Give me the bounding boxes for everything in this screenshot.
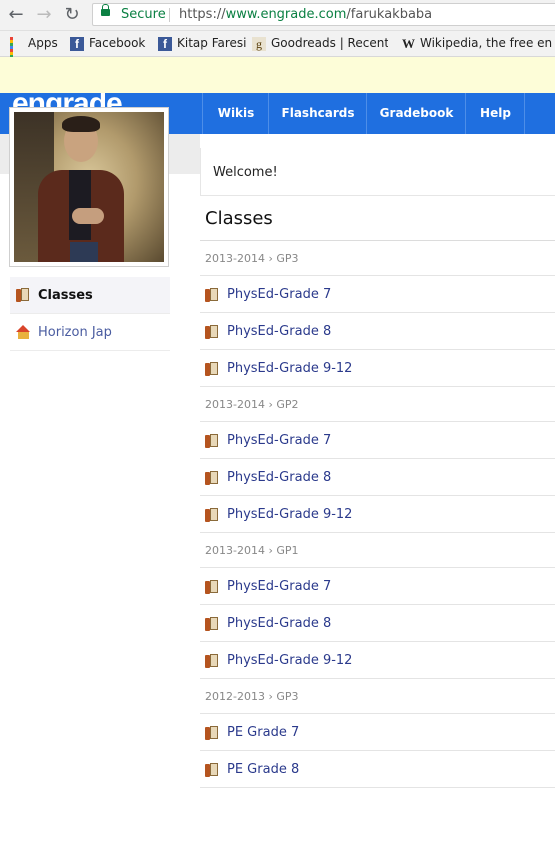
sidebar-item-horizon-jap[interactable]: Horizon Jap (10, 314, 170, 351)
book-icon (205, 617, 218, 631)
term-header: 2013-2014 › GP2 (200, 387, 555, 422)
bookmark-apps[interactable]: Apps (10, 35, 58, 64)
wikipedia-icon: W (402, 36, 415, 51)
class-link[interactable]: PE Grade 7 (200, 714, 555, 751)
book-icon (205, 325, 218, 339)
bookmarks-bar: Apps f Facebook f Kitap Faresi g Goodreads … (0, 31, 555, 64)
class-link[interactable]: PhysEd-Grade 9-12 (200, 350, 555, 387)
class-label: PhysEd-Grade 9-12 (227, 361, 353, 376)
back-arrow-icon[interactable]: ← (6, 5, 26, 25)
url-scheme: https:// (179, 7, 226, 22)
book-icon (205, 362, 218, 376)
class-label: PhysEd-Grade 8 (227, 616, 332, 631)
nav-tab-flashcards[interactable]: Flashcards (268, 93, 367, 134)
book-icon (205, 654, 218, 668)
omnibox-divider (169, 8, 170, 22)
nav-tab-wikis[interactable]: Wikis (202, 93, 269, 134)
class-link[interactable]: PhysEd-Grade 7 (200, 276, 555, 313)
term-header: 2013-2014 › GP1 (200, 533, 555, 568)
welcome-message: Welcome! (200, 148, 555, 196)
class-label: PhysEd-Grade 7 (227, 287, 332, 302)
sidebar-item-label: Classes (38, 288, 93, 303)
class-label: PhysEd-Grade 9-12 (227, 653, 353, 668)
class-label: PhysEd-Grade 8 (227, 470, 332, 485)
class-label: PhysEd-Grade 7 (227, 433, 332, 448)
page-title: Classes (205, 208, 273, 229)
class-link[interactable]: PhysEd-Grade 9-12 (200, 642, 555, 679)
house-icon (16, 325, 31, 339)
secure-label: Secure (121, 7, 166, 22)
book-icon (205, 580, 218, 594)
nav-tab-overflow (524, 93, 555, 134)
class-link[interactable]: PhysEd-Grade 7 (200, 422, 555, 459)
url-path: /farukakbaba (346, 7, 433, 22)
apps-grid-icon (10, 37, 23, 64)
bookmark-label: Goodreads | Recent U (271, 36, 388, 50)
sidebar-item-label: Horizon Jap (38, 325, 112, 340)
class-label: PhysEd-Grade 7 (227, 579, 332, 594)
class-link[interactable]: PhysEd-Grade 8 (200, 313, 555, 350)
forward-arrow-icon[interactable]: → (34, 5, 54, 25)
bookmark-goodreads[interactable]: g Goodreads | Recent U (252, 35, 388, 52)
nav-tab-gradebook[interactable]: Gradebook (366, 93, 466, 134)
book-icon (205, 471, 218, 485)
term-header: 2012-2013 › GP3 (200, 679, 555, 714)
facebook-icon: f (70, 36, 84, 51)
class-label: PE Grade 7 (227, 725, 300, 740)
profile-photo (14, 112, 164, 262)
url-text[interactable]: https://www.engrade.com/farukakbaba (179, 7, 432, 22)
bookmark-kitap-faresi[interactable]: f Kitap Faresi (158, 35, 247, 52)
bookmark-label: Kitap Faresi (177, 36, 247, 50)
bookmark-facebook[interactable]: f Facebook (70, 35, 145, 52)
goodreads-icon: g (252, 36, 266, 51)
bookmark-label: Apps (28, 36, 58, 50)
nav-tab-help[interactable]: Help (465, 93, 525, 134)
class-link[interactable]: PhysEd-Grade 7 (200, 568, 555, 605)
class-link[interactable]: PhysEd-Grade 8 (200, 605, 555, 642)
book-icon (205, 508, 218, 522)
class-link[interactable]: PhysEd-Grade 8 (200, 459, 555, 496)
browser-toolbar: ← → ↻ Secure https://www.engrade.com/far… (0, 0, 555, 31)
term-header: 2013-2014 › GP3 (200, 241, 555, 276)
facebook-icon: f (158, 36, 172, 51)
class-label: PE Grade 8 (227, 762, 300, 777)
url-host: www.engrade.com (225, 7, 347, 22)
class-link[interactable]: PhysEd-Grade 9-12 (200, 496, 555, 533)
book-icon (16, 288, 29, 302)
class-link[interactable]: PE Grade 8 (200, 751, 555, 788)
book-icon (205, 434, 218, 448)
sidebar-item-classes[interactable]: Classes (10, 277, 170, 314)
bookmark-label: Facebook (89, 36, 146, 50)
book-icon (205, 288, 218, 302)
book-icon (205, 726, 218, 740)
bookmark-label: Wikipedia, the free en (420, 36, 553, 50)
address-bar[interactable]: Secure https://www.engrade.com/farukakba… (92, 3, 555, 26)
lock-icon (101, 4, 110, 16)
reload-icon[interactable]: ↻ (62, 5, 82, 25)
avatar[interactable] (9, 107, 169, 267)
bookmark-wikipedia[interactable]: W Wikipedia, the free en (402, 35, 555, 52)
book-icon (205, 763, 218, 777)
class-label: PhysEd-Grade 8 (227, 324, 332, 339)
class-label: PhysEd-Grade 9-12 (227, 507, 353, 522)
notice-banner (0, 57, 555, 94)
